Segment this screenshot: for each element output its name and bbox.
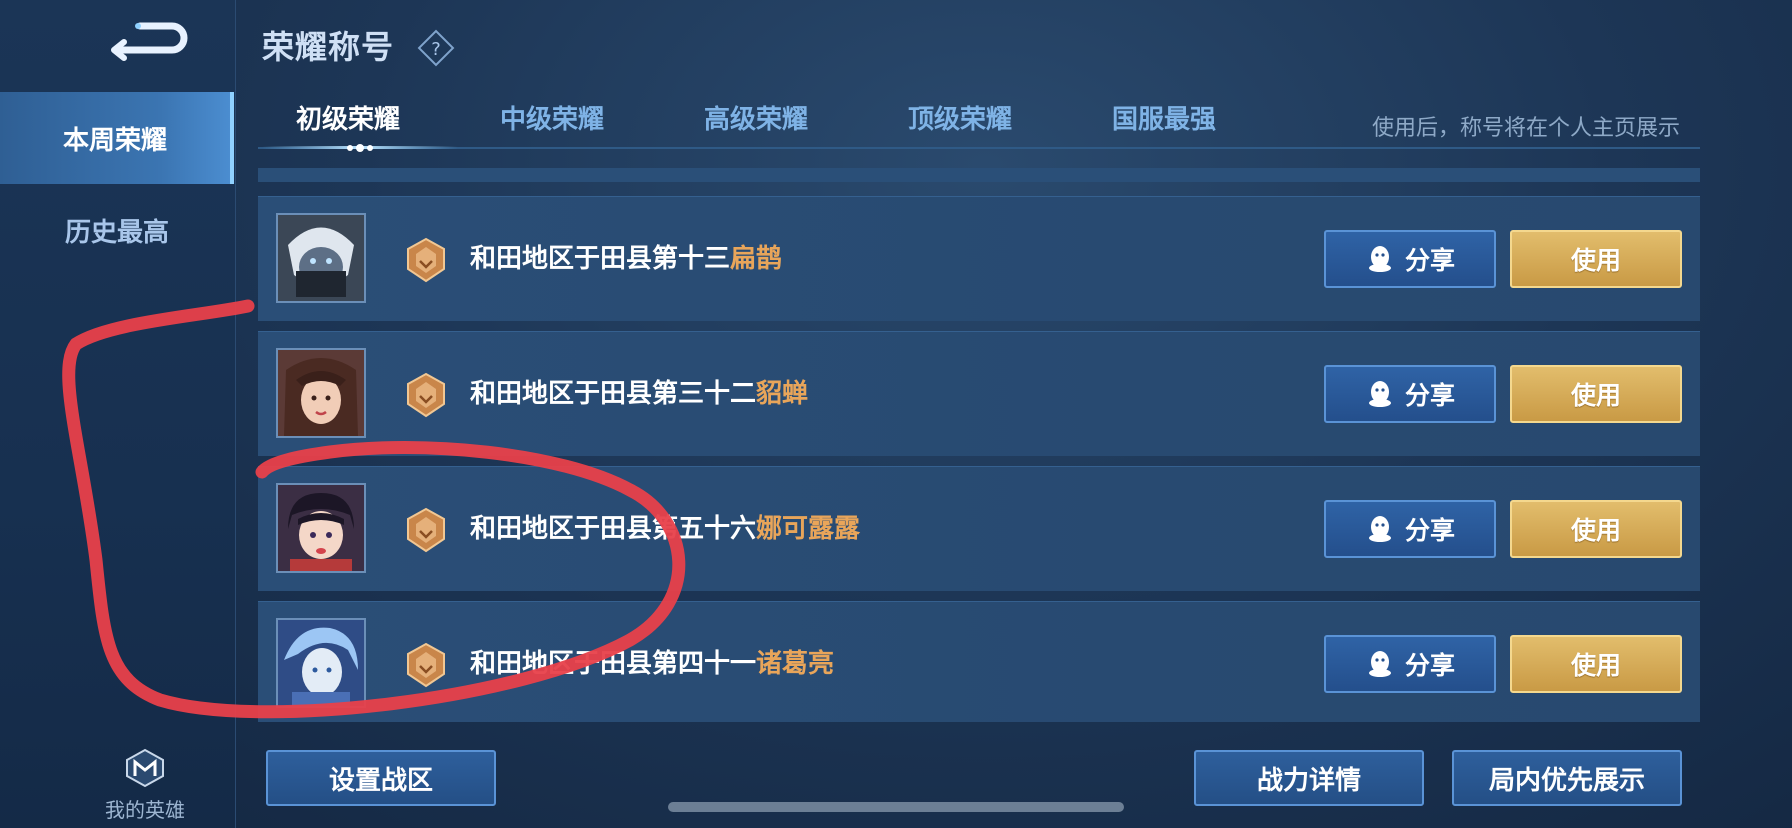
qq-icon (1368, 381, 1391, 407)
share-button[interactable]: 分享 (1324, 635, 1496, 693)
bronze-rank-badge-icon (407, 237, 445, 283)
tab-label: 顶级荣耀 (907, 105, 1012, 135)
hero-name: 扁鹊 (730, 244, 783, 274)
hero-avatar (276, 483, 366, 573)
honor-title: 和田地区于田县第十三扁鹊 (470, 237, 782, 281)
title-region: 和田地区于田县第四十一 (470, 649, 757, 679)
qq-icon (1368, 516, 1391, 542)
tab-label: 高级荣耀 (703, 105, 808, 135)
hero-emblem-icon (126, 748, 164, 788)
tab-label: 初级荣耀 (295, 105, 400, 135)
set-zone-label: 设置战区 (328, 765, 433, 796)
tab-divider (258, 147, 1700, 149)
title-row: 和田地区于田县第四十一诸葛亮 分享 使用 (258, 601, 1700, 722)
share-button[interactable]: 分享 (1324, 500, 1496, 558)
use-button-label: 使用 (1570, 516, 1621, 545)
tab-senior-glory[interactable]: 高级荣耀 (666, 96, 846, 144)
share-button-label: 分享 (1404, 651, 1455, 680)
list-top-edge (258, 168, 1700, 182)
sidebar-item-label: 本周荣耀 (62, 125, 167, 156)
title-region: 和田地区于田县第十三 (470, 244, 731, 274)
bronze-rank-badge-icon (407, 507, 445, 553)
sidebar-item-history-best[interactable]: 历史最高 (0, 184, 234, 276)
title-region: 和田地区于田县第三十二 (470, 379, 757, 409)
svg-text:?: ? (431, 39, 441, 60)
share-button-label: 分享 (1404, 381, 1455, 410)
share-button[interactable]: 分享 (1324, 365, 1496, 423)
tab-label: 中级荣耀 (499, 105, 604, 135)
hero-avatar (276, 213, 366, 303)
sidebar-item-label: 历史最高 (64, 217, 169, 248)
honor-title: 和田地区于田县第三十二貂蝉 (470, 372, 808, 416)
hero-avatar (276, 618, 366, 708)
tab-label: 国服最强 (1111, 105, 1216, 135)
hero-avatar (276, 348, 366, 438)
title-row: 和田地区于田县第十三扁鹊 分享 使用 (258, 196, 1700, 321)
sidebar: 本周荣耀 历史最高 我的英雄 (0, 0, 236, 828)
use-button[interactable]: 使用 (1510, 500, 1682, 558)
priority-display-button[interactable]: 局内优先展示 (1452, 750, 1682, 806)
use-button-label: 使用 (1570, 246, 1621, 275)
title-row: 和田地区于田县第三十二貂蝉 分享 使用 (258, 331, 1700, 456)
use-button-label: 使用 (1570, 381, 1621, 410)
use-button[interactable]: 使用 (1510, 230, 1682, 288)
help-icon[interactable]: ? (416, 28, 456, 68)
tab-intermediate-glory[interactable]: 中级荣耀 (462, 96, 642, 144)
share-button-label: 分享 (1404, 246, 1455, 275)
my-hero-button[interactable]: 我的英雄 (95, 748, 195, 823)
tab-national-strongest[interactable]: 国服最强 (1074, 96, 1254, 144)
active-tab-indicator (262, 144, 458, 152)
back-arrow-icon[interactable] (110, 20, 190, 64)
share-button[interactable]: 分享 (1324, 230, 1496, 288)
set-zone-button[interactable]: 设置战区 (266, 750, 496, 806)
tab-junior-glory[interactable]: 初级荣耀 (258, 96, 438, 144)
power-details-label: 战力详情 (1256, 765, 1361, 796)
qq-icon (1368, 246, 1391, 272)
share-button-label: 分享 (1404, 516, 1455, 545)
my-hero-label: 我的英雄 (105, 798, 185, 822)
sidebar-item-this-week[interactable]: 本周荣耀 (0, 92, 234, 184)
bronze-rank-badge-icon (407, 372, 445, 418)
honor-title: 和田地区于田县第五十六娜可露露 (470, 507, 860, 551)
hero-name: 诸葛亮 (756, 649, 835, 679)
hero-name: 娜可露露 (756, 514, 861, 544)
use-button[interactable]: 使用 (1510, 365, 1682, 423)
home-indicator[interactable] (668, 802, 1124, 812)
honor-title: 和田地区于田县第四十一诸葛亮 (470, 642, 834, 686)
use-button-label: 使用 (1570, 651, 1621, 680)
title-row: 和田地区于田县第五十六娜可露露 分享 使用 (258, 466, 1700, 591)
priority-display-label: 局内优先展示 (1488, 765, 1645, 796)
qq-icon (1368, 651, 1391, 677)
power-details-button[interactable]: 战力详情 (1194, 750, 1424, 806)
tab-top-glory[interactable]: 顶级荣耀 (870, 96, 1050, 144)
use-button[interactable]: 使用 (1510, 635, 1682, 693)
bronze-rank-badge-icon (407, 642, 445, 688)
page-title: 荣耀称号 (262, 28, 395, 66)
title-region: 和田地区于田县第五十六 (470, 514, 757, 544)
usage-hint: 使用后，称号将在个人主页展示 (1371, 116, 1680, 141)
hero-name: 貂蝉 (756, 379, 809, 409)
